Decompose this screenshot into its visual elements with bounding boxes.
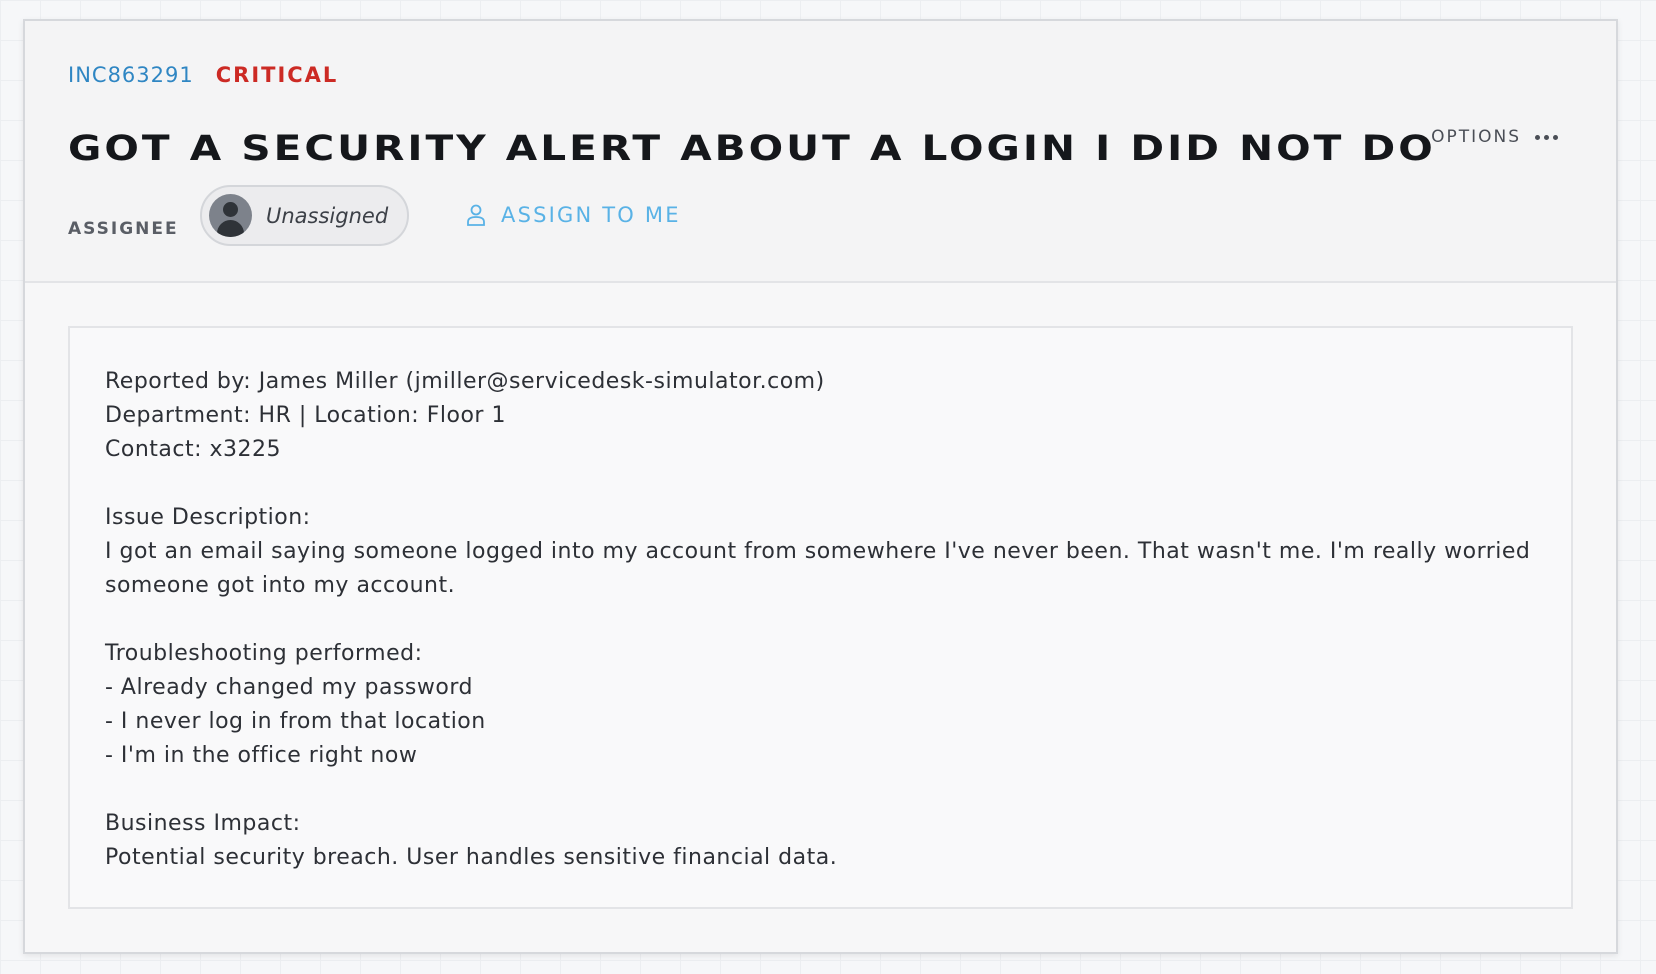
troubleshooting-item: - I never log in from that location <box>105 709 486 734</box>
ticket-title: GOT A SECURITY ALERT ABOUT A LOGIN I DID… <box>68 129 1436 169</box>
troubleshooting-item: - Already changed my password <box>105 675 473 700</box>
assign-to-me-button[interactable]: ASSIGN TO ME <box>465 203 681 227</box>
contact-line: Contact: x3225 <box>105 437 282 462</box>
assignee-label: ASSIGNEE <box>68 219 179 239</box>
impact-text: Potential security breach. User handles … <box>105 845 838 870</box>
reported-by-line: Reported by: James Miller (jmiller@servi… <box>105 369 825 394</box>
impact-heading: Business Impact: <box>105 811 301 836</box>
issue-text: I got an email saying someone logged int… <box>105 539 1538 598</box>
assign-to-me-label: ASSIGN TO ME <box>501 203 681 227</box>
department-line: Department: HR | Location: Floor 1 <box>105 403 506 428</box>
assignee-chip[interactable]: Unassigned <box>200 185 409 246</box>
ticket-description-panel: Reported by: James Miller (jmiller@servi… <box>68 326 1573 909</box>
more-horizontal-icon <box>1535 134 1558 140</box>
issue-heading: Issue Description: <box>105 505 311 530</box>
user-icon <box>467 204 485 226</box>
options-label: OPTIONS <box>1431 127 1521 147</box>
ticket-header: INC863291 CRITICAL GOT A SECURITY ALERT … <box>25 21 1616 283</box>
troubleshooting-heading: Troubleshooting performed: <box>105 641 423 666</box>
ticket-meta: INC863291 CRITICAL <box>68 63 338 87</box>
assignee-name: Unassigned <box>266 203 389 228</box>
ticket-id[interactable]: INC863291 <box>68 63 194 87</box>
user-avatar-icon <box>209 194 252 237</box>
options-button[interactable]: OPTIONS <box>1431 127 1558 147</box>
ticket-card: INC863291 CRITICAL GOT A SECURITY ALERT … <box>23 19 1618 954</box>
priority-badge: CRITICAL <box>215 63 339 87</box>
ticket-description: Reported by: James Miller (jmiller@servi… <box>105 365 1535 875</box>
troubleshooting-item: - I'm in the office right now <box>105 743 418 768</box>
